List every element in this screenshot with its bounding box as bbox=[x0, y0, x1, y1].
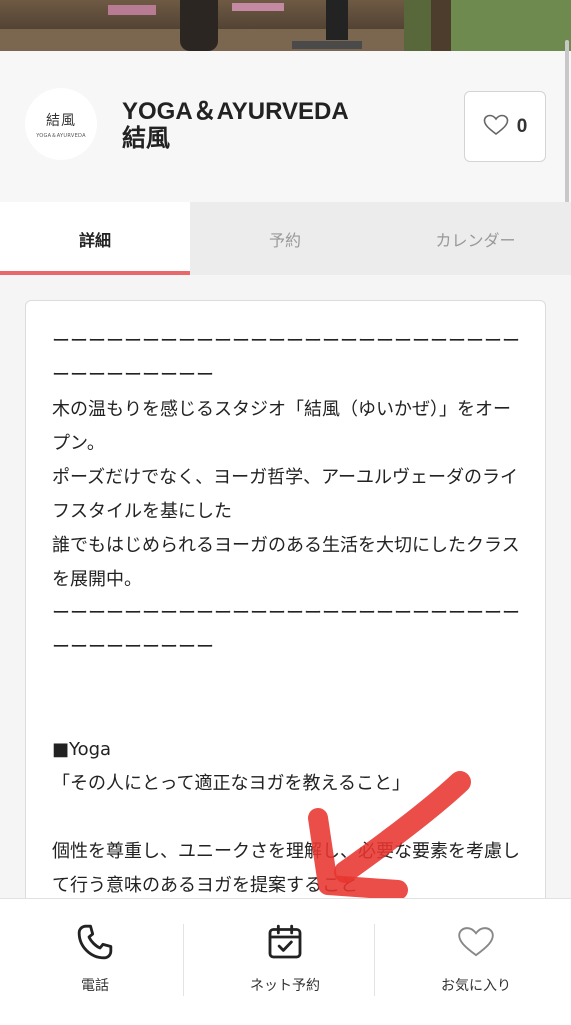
description-card: ーーーーーーーーーーーーーーーーーーーーーーーーーーーーーーーーーーー 木の温も… bbox=[25, 300, 546, 940]
favorite-count-button[interactable]: 0 bbox=[464, 91, 546, 162]
description-text: ーーーーーーーーーーーーーーーーーーーーーーーーーーーーーーーーーーー 木の温も… bbox=[52, 331, 520, 896]
tab-bar: 詳細 予約 カレンダー bbox=[0, 202, 571, 275]
tab-reservation[interactable]: 予約 bbox=[190, 202, 380, 275]
shop-title-line2: 結風 bbox=[122, 125, 170, 152]
hero-image bbox=[0, 0, 571, 51]
phone-button[interactable]: 電話 bbox=[0, 899, 190, 1025]
shop-title-line1: YOGA＆AYURVEDA bbox=[122, 98, 349, 125]
logo-sub-text: YOGA＆AYURVEDA bbox=[36, 132, 86, 139]
tab-details[interactable]: 詳細 bbox=[0, 202, 190, 275]
favorite-count: 0 bbox=[516, 115, 528, 137]
phone-label: 電話 bbox=[81, 978, 109, 994]
shop-title: YOGA＆AYURVEDA 結風 bbox=[122, 98, 452, 152]
online-reservation-button[interactable]: ネット予約 bbox=[190, 899, 380, 1025]
logo-main-text: 結風 bbox=[46, 112, 76, 129]
favorite-label: お気に入り bbox=[441, 978, 511, 994]
calendar-check-icon bbox=[265, 921, 305, 963]
heart-outline-icon bbox=[457, 921, 495, 963]
shop-logo: 結風 YOGA＆AYURVEDA bbox=[25, 88, 97, 160]
phone-icon bbox=[75, 921, 115, 963]
bottom-action-bar: 電話 ネット予約 お気に入り bbox=[0, 898, 571, 1025]
heart-icon bbox=[483, 114, 509, 140]
online-reservation-label: ネット予約 bbox=[250, 978, 320, 994]
tab-calendar[interactable]: カレンダー bbox=[380, 202, 571, 275]
shop-header: 結風 YOGA＆AYURVEDA YOGA＆AYURVEDA 結風 0 bbox=[0, 51, 571, 202]
favorite-button[interactable]: お気に入り bbox=[381, 899, 571, 1025]
